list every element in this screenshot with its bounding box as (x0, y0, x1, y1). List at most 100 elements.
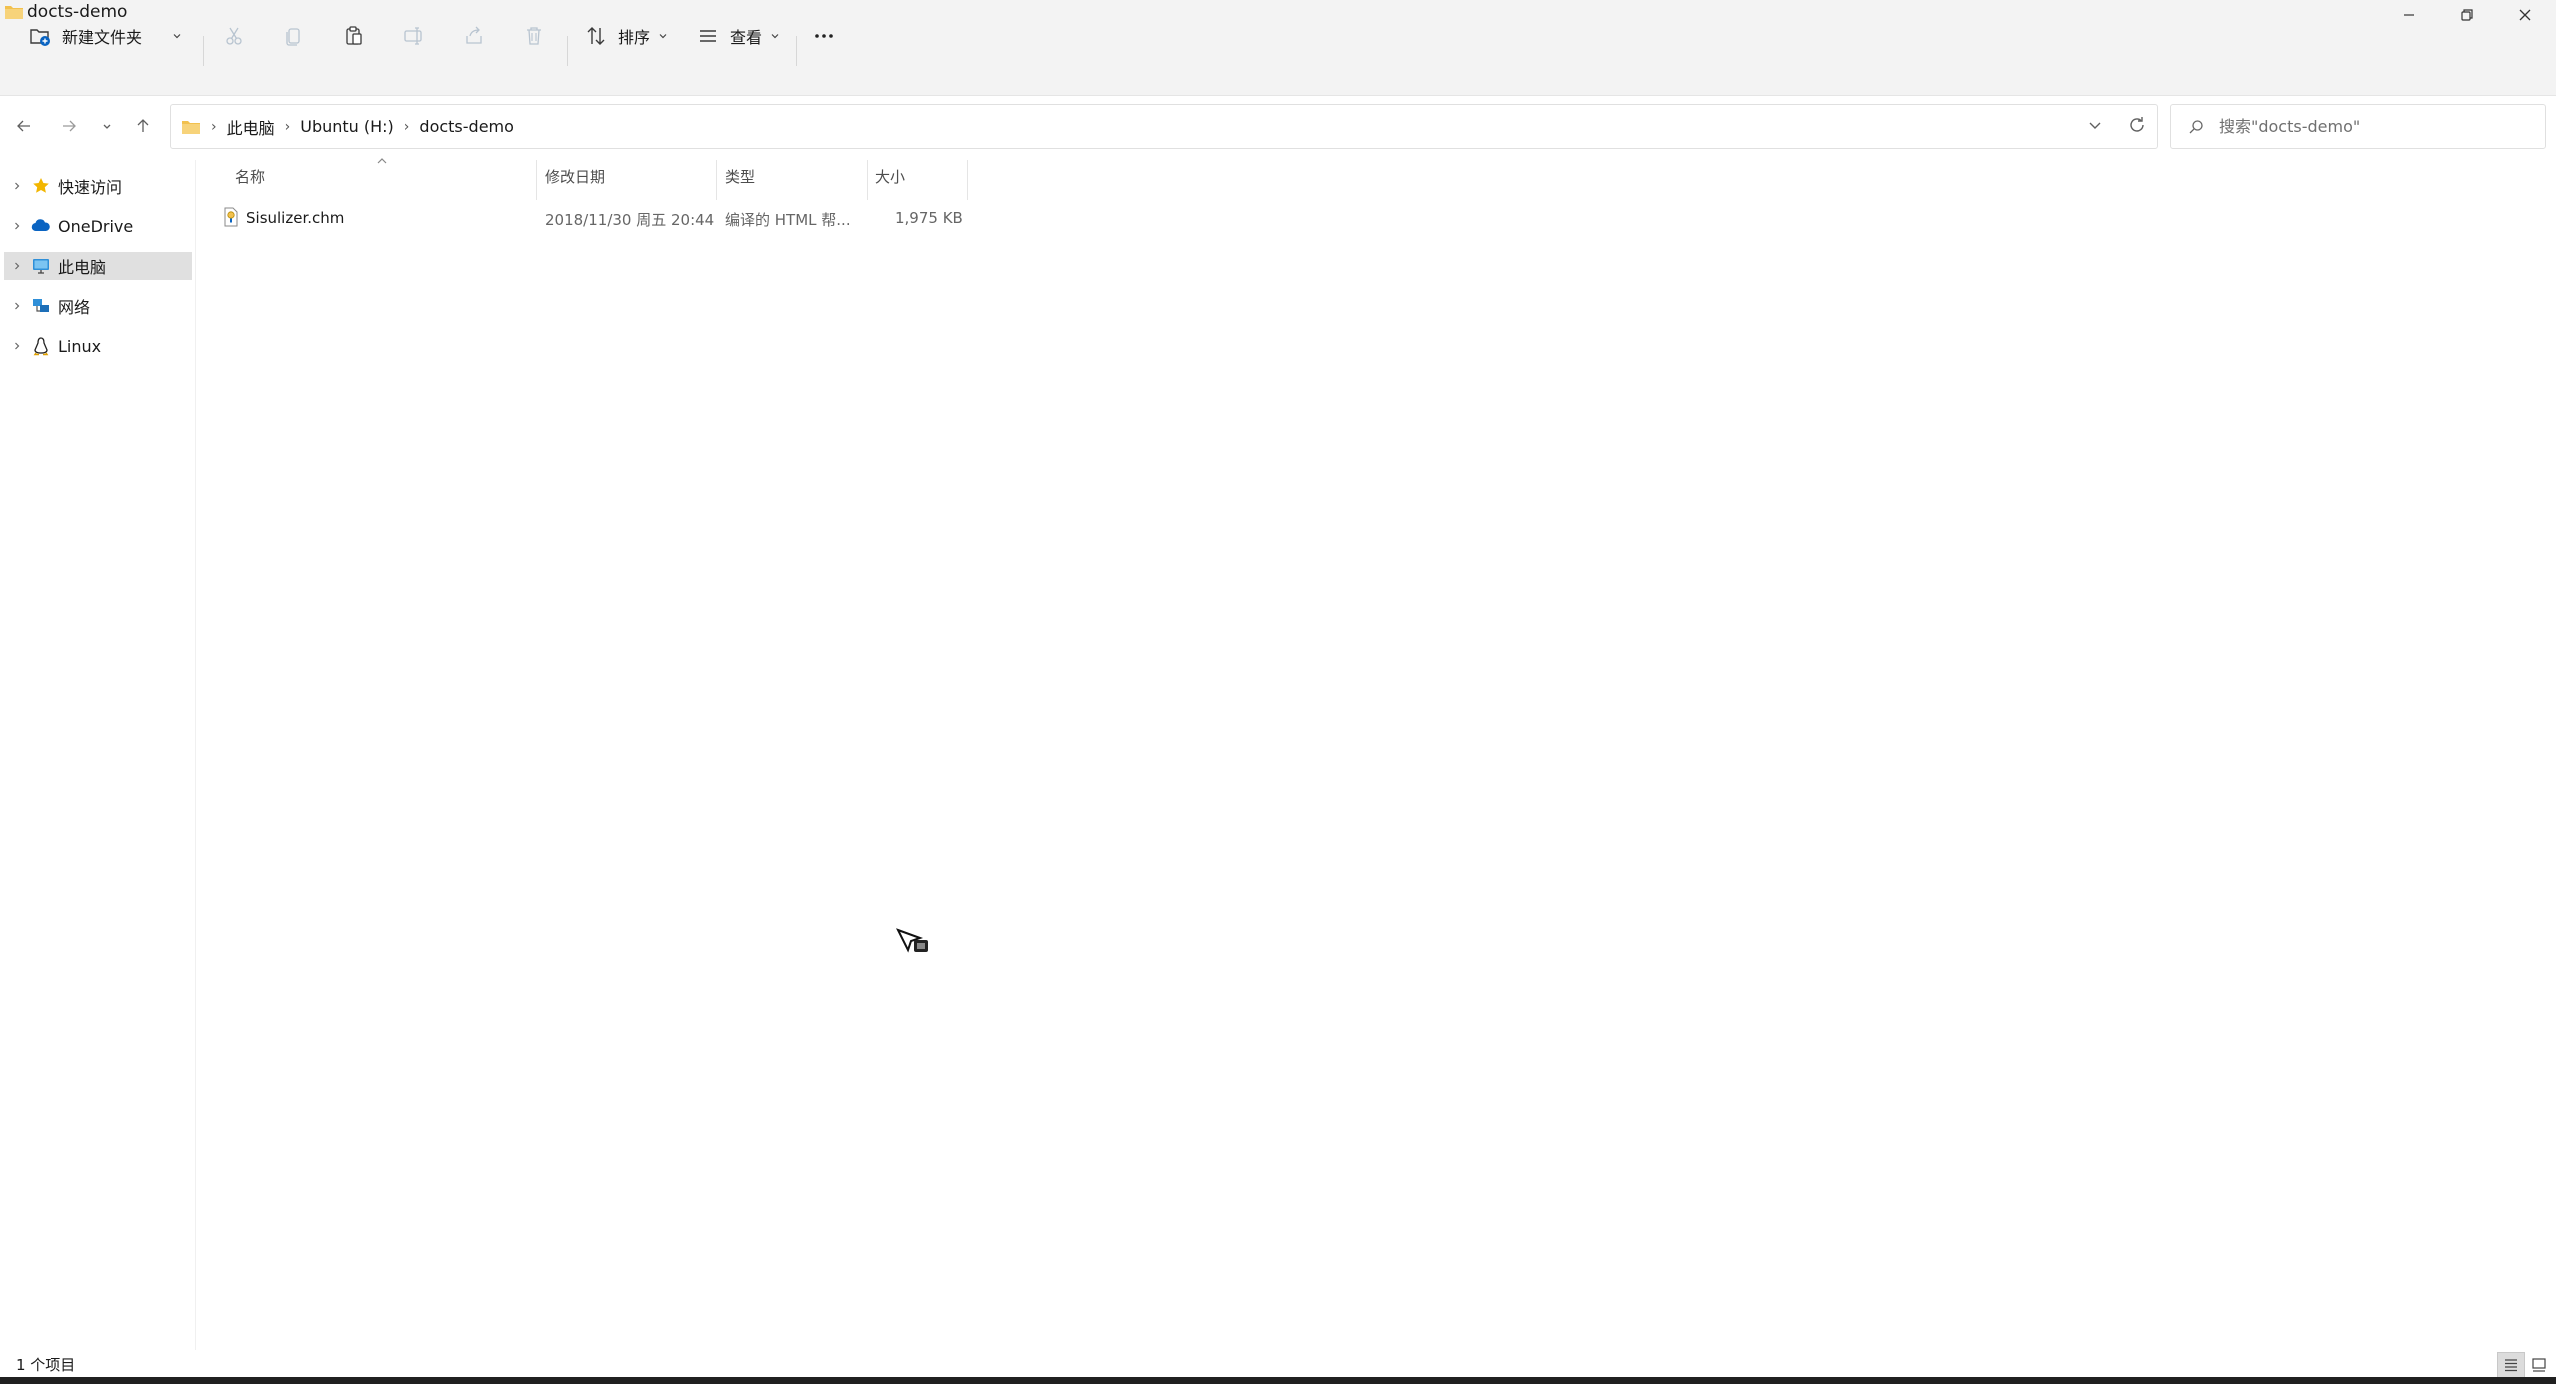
trash-icon (527, 27, 541, 45)
details-view-icon (2505, 1359, 2517, 1372)
cursor-icon (896, 928, 928, 953)
breadcrumb-separator: › (211, 118, 217, 135)
column-header-type[interactable]: 类型 (725, 164, 755, 188)
chm-help-file-icon (224, 207, 238, 227)
new-folder-label: 新建文件夹 (62, 28, 143, 47)
view-label: 查看 (730, 28, 763, 47)
details-view-button[interactable] (2497, 1352, 2525, 1378)
forward-button[interactable] (54, 111, 84, 141)
breadcrumb-ubuntu-drive[interactable]: Ubuntu (H:) (300, 117, 394, 136)
arrow-left-icon (17, 120, 30, 132)
expand-chevron-icon[interactable] (8, 177, 26, 195)
command-bar (0, 26, 2556, 96)
search-icon (2189, 119, 2203, 133)
new-folder-button[interactable]: 新建文件夹 (28, 18, 142, 54)
sort-ascending-icon (377, 158, 387, 164)
chevron-down-icon (771, 34, 779, 39)
scissors-icon (226, 27, 242, 45)
chevron-down-icon[interactable] (2085, 115, 2105, 135)
file-type: 编译的 HTML 帮... (725, 211, 851, 229)
sidebar-item-label: 此电脑 (58, 258, 107, 277)
item-count: 1 个项目 (16, 1356, 76, 1374)
sidebar-item-linux[interactable]: Linux (4, 332, 192, 360)
rename-icon (404, 27, 422, 45)
refresh-icon[interactable] (2127, 115, 2147, 135)
folder-icon (182, 120, 200, 134)
recent-locations-button[interactable] (92, 111, 122, 141)
sidebar-item-label: 网络 (58, 298, 91, 317)
rename-button[interactable] (402, 18, 426, 54)
column-divider[interactable] (867, 160, 868, 200)
sidebar-item-label: Linux (58, 336, 102, 356)
breadcrumb-this-pc[interactable]: 此电脑 (227, 115, 275, 139)
close-icon (2519, 9, 2531, 21)
file-explorer-window: docts-demo 新建文件夹 排序 查看 › 此电脑 › Ubuntu (H… (0, 0, 2556, 1384)
view-list-icon (700, 30, 716, 42)
column-header-modified[interactable]: 修改日期 (545, 164, 605, 188)
paste-button[interactable] (342, 18, 366, 54)
search-box[interactable] (2170, 104, 2546, 149)
view-button[interactable]: 查看 (696, 18, 780, 54)
new-dropdown-button[interactable] (164, 18, 182, 54)
sidebar-item-label: OneDrive (58, 216, 134, 236)
tiles-view-icon (2532, 1358, 2546, 1372)
delete-button[interactable] (522, 18, 546, 54)
sidebar-item-network[interactable]: 网络 (4, 292, 192, 320)
chevron-down-icon (173, 34, 181, 39)
share-icon (466, 26, 482, 44)
title-bar: docts-demo (0, 0, 2556, 26)
file-name[interactable]: Sisulizer.chm (246, 209, 344, 227)
column-divider[interactable] (967, 160, 968, 200)
chevron-down-icon (659, 34, 667, 39)
toolbar-separator (567, 36, 568, 66)
expand-chevron-icon[interactable] (8, 217, 26, 235)
copy-button[interactable] (282, 18, 306, 54)
sort-icon (587, 27, 605, 45)
arrow-right-icon (63, 120, 76, 132)
toolbar-separator (203, 36, 204, 66)
sidebar-item-onedrive[interactable]: OneDrive (4, 212, 192, 240)
expand-chevron-icon[interactable] (8, 257, 26, 275)
linux-penguin-icon (30, 336, 52, 356)
column-header-name[interactable]: 名称 (235, 164, 265, 188)
taskbar-edge (0, 1377, 2556, 1384)
arrow-up-icon (137, 119, 149, 132)
column-divider[interactable] (716, 160, 717, 200)
cloud-icon (30, 216, 52, 236)
expand-chevron-icon[interactable] (8, 297, 26, 315)
file-modified: 2018/11/30 周五 20:44 (545, 211, 715, 229)
toolbar-separator (796, 36, 797, 66)
sort-button[interactable]: 排序 (584, 18, 668, 54)
file-row[interactable]: Sisulizer.chm 2018/11/30 周五 20:44 编译的 HT… (216, 204, 968, 232)
sidebar-item-this-pc[interactable]: 此电脑 (4, 252, 192, 280)
cut-button[interactable] (222, 18, 246, 54)
breadcrumb-separator: › (403, 118, 410, 135)
new-folder-icon (30, 29, 50, 46)
address-bar[interactable]: › 此电脑 › Ubuntu (H:) › docts-demo (170, 104, 2158, 149)
navigation-pane: 快速访问 OneDrive 此电脑 网络 Linux (0, 160, 196, 1350)
breadcrumb-separator: › (284, 118, 291, 135)
tiles-view-button[interactable] (2525, 1352, 2553, 1378)
sort-label: 排序 (618, 28, 651, 47)
search-input[interactable] (2219, 117, 2519, 136)
computer-icon (30, 256, 52, 276)
back-button[interactable] (9, 111, 39, 141)
column-header-size[interactable]: 大小 (875, 164, 905, 188)
file-size: 1,975 KB (895, 209, 963, 227)
address-actions (2085, 115, 2147, 135)
folder-icon (5, 6, 23, 19)
column-divider[interactable] (536, 160, 537, 200)
minimize-icon (2404, 14, 2414, 16)
restore-icon (2461, 9, 2473, 21)
breadcrumb-current-folder[interactable]: docts-demo (419, 117, 514, 136)
up-button[interactable] (128, 111, 158, 141)
more-icon (815, 34, 833, 38)
copy-icon (286, 28, 300, 46)
expand-chevron-icon[interactable] (8, 337, 26, 355)
status-bar: 1 个项目 (0, 1350, 2556, 1378)
network-icon (30, 296, 52, 316)
sidebar-item-quick-access[interactable]: 快速访问 (4, 172, 192, 200)
more-options-button[interactable] (812, 18, 836, 54)
paste-icon (346, 26, 362, 45)
share-button[interactable] (462, 18, 486, 54)
